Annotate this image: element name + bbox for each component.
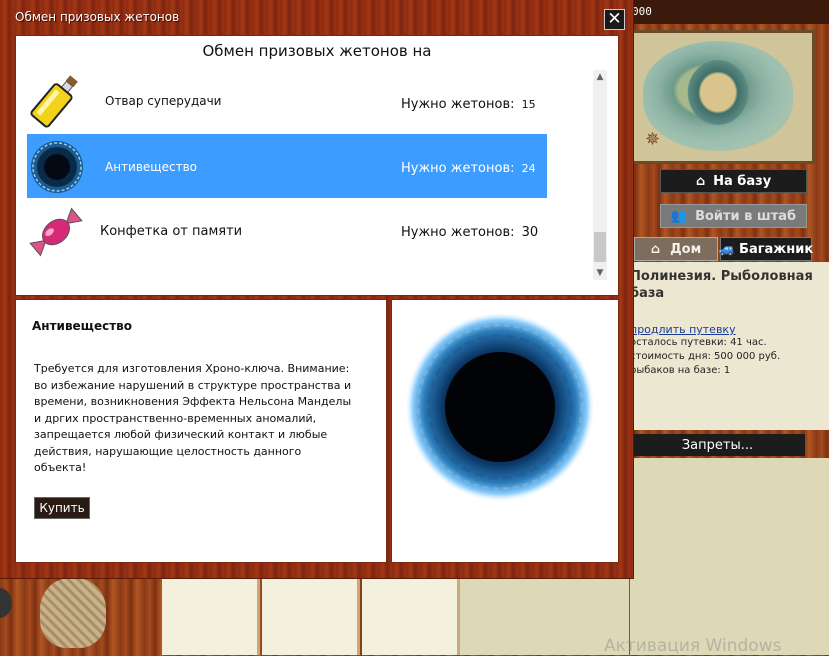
top-status-text: 000	[632, 5, 652, 18]
cost-label: Нужно жетонов:	[401, 161, 515, 176]
island-map[interactable]: ✵	[630, 30, 815, 164]
fishers-count: рыбаков на базе: 1	[630, 365, 731, 376]
candy-icon	[29, 207, 83, 257]
antimatter-large-icon	[405, 312, 595, 502]
close-button[interactable]: ✕	[604, 9, 625, 30]
bans-button[interactable]: Запреты...	[630, 434, 805, 456]
list-item-potion[interactable]: Отвар суперудачи Нужно жетонов: 15	[27, 68, 547, 132]
item-cost: Нужно жетонов: 15	[401, 97, 536, 112]
go-to-base-button[interactable]: ⌂ На базу	[660, 169, 807, 193]
list-scrollbar[interactable]: ▲ ▼	[593, 70, 607, 280]
cost-label: Нужно жетонов:	[401, 225, 515, 240]
item-name: Отвар суперудачи	[105, 94, 222, 108]
cost-label: Нужно жетонов:	[401, 97, 515, 112]
map-island	[683, 55, 753, 130]
round-object-icon	[0, 588, 12, 618]
item-cost: Нужно жетонов: 30	[401, 225, 538, 240]
house-icon: ⌂	[695, 173, 706, 189]
home-tab[interactable]: ⌂ Дом	[634, 237, 718, 261]
sack-icon[interactable]	[40, 578, 106, 648]
inventory-slot[interactable]	[162, 578, 260, 655]
home-icon: ⌂	[650, 241, 661, 257]
extend-trip-link[interactable]: продлить путевку	[630, 323, 736, 336]
item-cost: Нужно жетонов: 24	[401, 161, 536, 176]
potion-bottle-icon	[30, 75, 78, 128]
lower-side-panel	[630, 458, 829, 655]
list-item-antimatter[interactable]: Антивещество Нужно жетонов: 24	[27, 134, 547, 198]
item-description-panel: Антивещество Требуется для изготовления …	[15, 299, 387, 563]
token-exchange-dialog: Обмен призовых жетонов ✕ Обмен призовых …	[0, 0, 633, 578]
location-info-panel: Полинезия. Рыболовная база продлить путе…	[630, 262, 829, 430]
items-list-panel: Обмен призовых жетонов на Отвар суперуда…	[15, 35, 619, 296]
cost-value: 24	[521, 162, 536, 175]
detail-description: Требуется для изготовления Хроно-ключа. …	[34, 362, 352, 474]
scroll-up-icon[interactable]: ▲	[593, 70, 607, 84]
item-name: Конфетка от памяти	[100, 224, 243, 239]
antimatter-icon	[31, 141, 83, 193]
list-header: Обмен призовых жетонов на	[202, 42, 432, 60]
scroll-down-icon[interactable]: ▼	[593, 266, 607, 280]
location-title: Полинезия. Рыболовная база	[630, 269, 813, 301]
item-name: Антивещество	[105, 160, 197, 174]
cost-value: 15	[521, 98, 536, 111]
car-icon: 🚙	[718, 241, 736, 257]
scroll-thumb[interactable]	[594, 232, 606, 262]
trunk-tab[interactable]: 🚙 Багажник	[718, 237, 813, 261]
inventory-slot[interactable]	[262, 578, 360, 655]
activation-watermark: Активация Windows	[604, 636, 782, 656]
inventory-slot[interactable]	[362, 578, 460, 655]
cost-value: 30	[521, 225, 539, 240]
trip-remaining: осталось путевки: 41 час.	[630, 337, 767, 348]
day-cost: стоимость дня: 500 000 руб.	[630, 351, 781, 362]
detail-title: Антивещество	[32, 319, 132, 333]
buy-button[interactable]: Купить	[34, 497, 90, 519]
compass-icon: ✵	[645, 129, 661, 150]
item-image-panel	[391, 299, 619, 563]
bottom-panel	[448, 578, 629, 655]
enter-hq-button[interactable]: 👥 Войти в штаб	[660, 204, 807, 228]
dialog-title: Обмен призовых жетонов	[15, 10, 180, 24]
list-item-candy[interactable]: Конфетка от памяти Нужно жетонов: 30	[27, 200, 547, 264]
people-icon: 👥	[670, 208, 688, 224]
top-status-bar: 000	[630, 0, 829, 24]
